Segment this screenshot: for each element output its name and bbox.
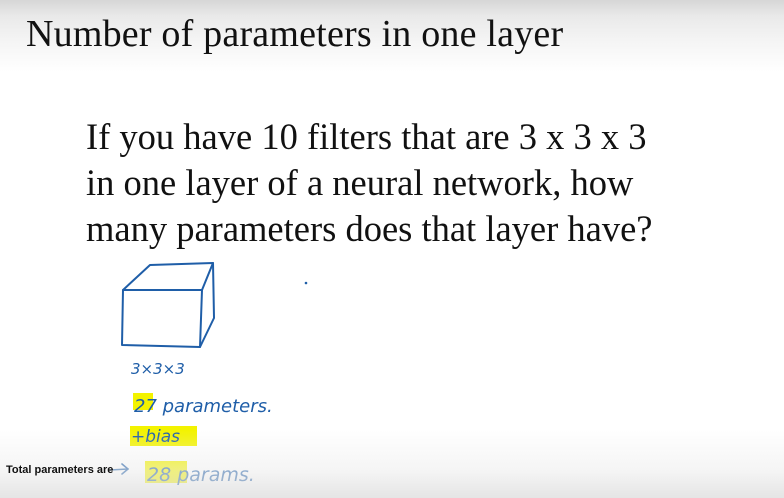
handwritten-params: 27 parameters. <box>134 396 273 417</box>
ink-dot <box>304 281 308 285</box>
slide: Number of parameters in one layer If you… <box>0 0 784 498</box>
handwritten-bias: +bias <box>131 427 180 447</box>
handwritten-dims: 3×3×3 <box>131 360 185 378</box>
handwritten-annotations: 3×3×3 27 parameters. +bias 28 params. <box>109 262 308 486</box>
total-parameters-label: Total parameters are <box>6 464 114 476</box>
handwritten-total: 28 params. <box>147 464 255 486</box>
cube-drawing <box>121 262 215 348</box>
